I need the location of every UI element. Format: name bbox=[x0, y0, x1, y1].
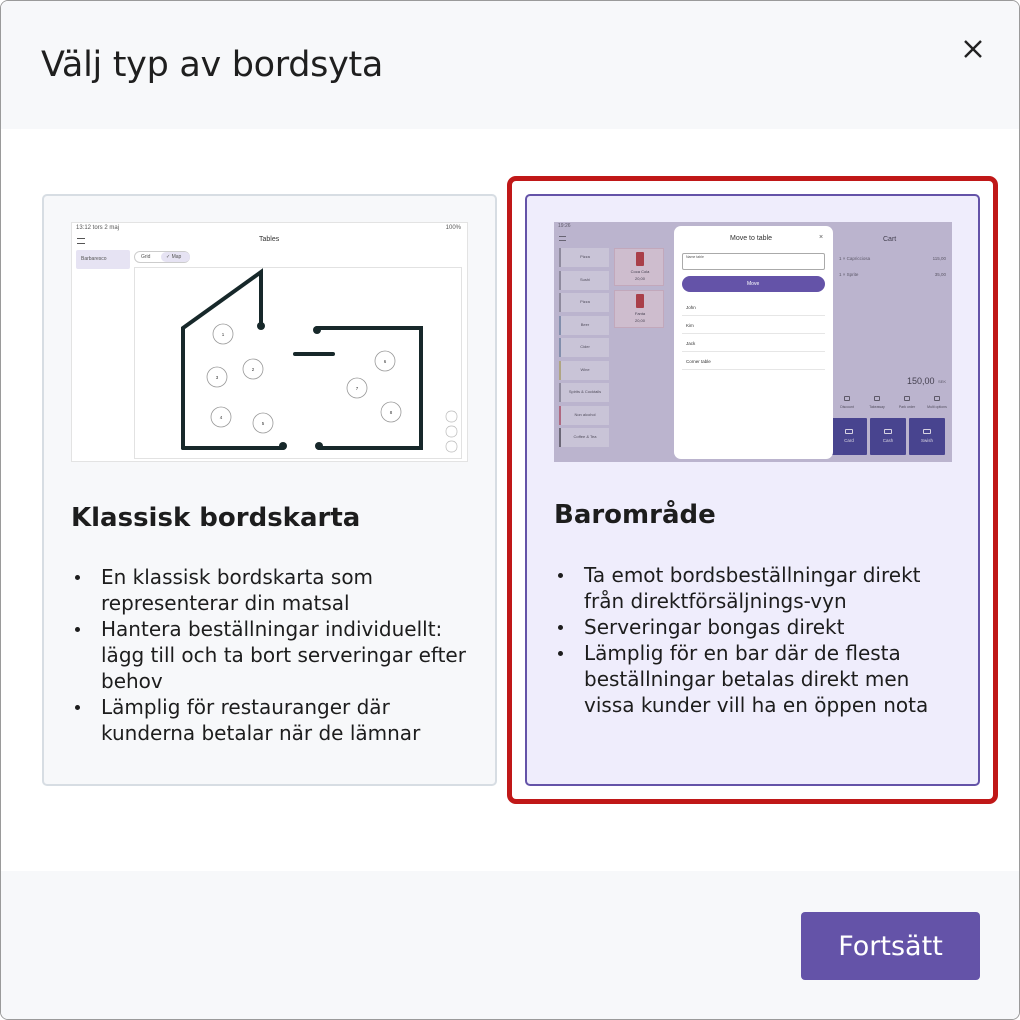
preview-sidebar-label: Barbaresco bbox=[81, 256, 107, 262]
preview-table-name-item: Corner table bbox=[682, 354, 825, 370]
preview-table-name-item: John bbox=[682, 300, 825, 316]
preview-grid-map-toggle: Grid ✓ Map bbox=[134, 251, 190, 263]
bar-area-preview-image: 19:26 Pizza Sushi Pizza Beer Cider Wine Spirit… bbox=[554, 222, 952, 462]
preview-table-name: Corner table bbox=[686, 359, 711, 364]
option-bullet: En klassisk bordskarta som representerar… bbox=[71, 564, 471, 616]
option-bullet: Ta emot bordsbeställningar direkt från d… bbox=[554, 562, 964, 614]
option-bullet-list: En klassisk bordskarta som representerar… bbox=[71, 564, 471, 746]
dialog-title: Välj typ av bordsyta bbox=[41, 45, 384, 85]
floor-plan-drawing: 12345678 bbox=[181, 268, 458, 453]
preview-sidebar-item: Barbaresco bbox=[76, 250, 130, 269]
close-icon[interactable] bbox=[953, 29, 993, 69]
preview-modal-close-icon: × bbox=[819, 234, 824, 241]
preview-name-field: Name table bbox=[682, 253, 825, 270]
preview-move-button: Move bbox=[682, 276, 825, 292]
preview-toggle-grid: Grid bbox=[141, 254, 151, 260]
preview-map-canvas: 12345678 bbox=[134, 267, 462, 459]
option-title: Klassisk bordskarta bbox=[71, 503, 361, 533]
continue-button[interactable]: Fortsätt bbox=[801, 912, 980, 980]
preview-table-name-item: Kim bbox=[682, 318, 825, 334]
preview-move-label: Move bbox=[747, 281, 760, 287]
preview-table-name-item: Jack bbox=[682, 336, 825, 352]
preview-toggle-map: ✓ Map bbox=[166, 254, 182, 260]
preview-name-placeholder: Name table bbox=[686, 255, 704, 259]
menu-icon bbox=[77, 238, 85, 244]
preview-status-battery: 100% bbox=[445, 225, 461, 231]
preview-modal-title: Move to table bbox=[730, 235, 773, 242]
preview-table-name: John bbox=[686, 305, 696, 310]
option-bullet: Lämplig för en bar där de flesta beställ… bbox=[554, 640, 964, 718]
option-bullet-list: Ta emot bordsbeställningar direkt från d… bbox=[554, 562, 964, 718]
option-bullet: Hantera beställningar individuellt: lägg… bbox=[71, 616, 471, 694]
option-bullet: Lämplig för restauranger där kunderna be… bbox=[71, 694, 471, 746]
choose-table-area-dialog: Välj typ av bordsyta 13:12 tors 2 maj 10… bbox=[0, 0, 1020, 1020]
option-title: Barområde bbox=[554, 500, 716, 530]
preview-move-to-table-modal: Move to table × Name table Move John Kim J… bbox=[674, 226, 833, 459]
preview-status-time: 13:12 tors 2 maj bbox=[76, 225, 120, 231]
preview-screen-title: Tables bbox=[259, 236, 280, 243]
preview-table-name: Jack bbox=[686, 341, 696, 346]
classic-table-map-preview-image: 13:12 tors 2 maj 100% Tables Barbaresco … bbox=[71, 222, 468, 462]
preview-table-name: Kim bbox=[686, 323, 694, 328]
option-bullet: Serveringar bongas direkt bbox=[554, 614, 964, 640]
dialog-header: Välj typ av bordsyta bbox=[1, 1, 1019, 129]
